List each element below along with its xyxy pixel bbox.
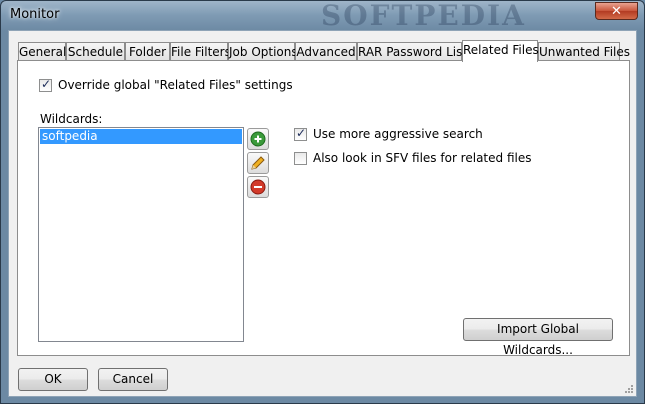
checkmark-icon: ✓ [296,126,307,140]
tab-general[interactable]: General [18,42,66,61]
tab-file-filters[interactable]: File Filters [170,42,231,61]
override-checkbox[interactable]: ✓ [39,77,52,92]
remove-icon [250,179,266,195]
checkmark-icon: ✓ [41,77,52,91]
override-label[interactable]: Override global "Related Files" settings [58,78,293,92]
tab-job-options[interactable]: Job Options [228,42,298,61]
window-title: Monitor [10,7,60,22]
related-files-panel: ✓ Override global "Related Files" settin… [17,60,630,357]
aggressive-search-checkbox[interactable]: ✓ [294,126,307,141]
dialog-client: General Schedule Folder File Filters Job… [8,30,637,397]
pencil-icon [251,156,265,170]
tab-folder[interactable]: Folder [125,42,170,61]
tab-schedule[interactable]: Schedule [66,42,125,61]
sfv-checkbox[interactable] [294,152,307,165]
tab-related-files[interactable]: Related Files [462,40,539,62]
ok-button[interactable]: OK [18,368,88,391]
wildcards-label: Wildcards: [40,112,103,126]
sfv-label[interactable]: Also look in SFV files for related files [313,151,531,165]
watermark: SOFTPEDIA [321,0,526,32]
wildcards-list[interactable]: softpedia [38,127,244,342]
close-icon: ✕ [611,4,622,19]
resize-grip-icon[interactable] [624,384,634,394]
remove-wildcard-button[interactable] [247,176,269,198]
monitor-window: Monitor SOFTPEDIA ✕ General Schedule Fol… [0,0,645,404]
add-icon [250,131,266,147]
tab-rar-password-list[interactable]: RAR Password List [357,42,467,61]
cancel-button[interactable]: Cancel [98,368,168,391]
tab-unwanted-files[interactable]: Unwanted Files [538,42,630,61]
title-bar[interactable]: Monitor SOFTPEDIA ✕ [1,0,644,32]
list-item[interactable]: softpedia [40,129,242,144]
close-button[interactable]: ✕ [595,2,638,20]
aggressive-search-label[interactable]: Use more aggressive search [313,127,483,141]
tab-advanced[interactable]: Advanced [295,42,357,61]
edit-wildcard-button[interactable] [247,152,269,174]
add-wildcard-button[interactable] [247,128,269,150]
import-global-wildcards-button[interactable]: Import Global Wildcards... [463,318,613,357]
